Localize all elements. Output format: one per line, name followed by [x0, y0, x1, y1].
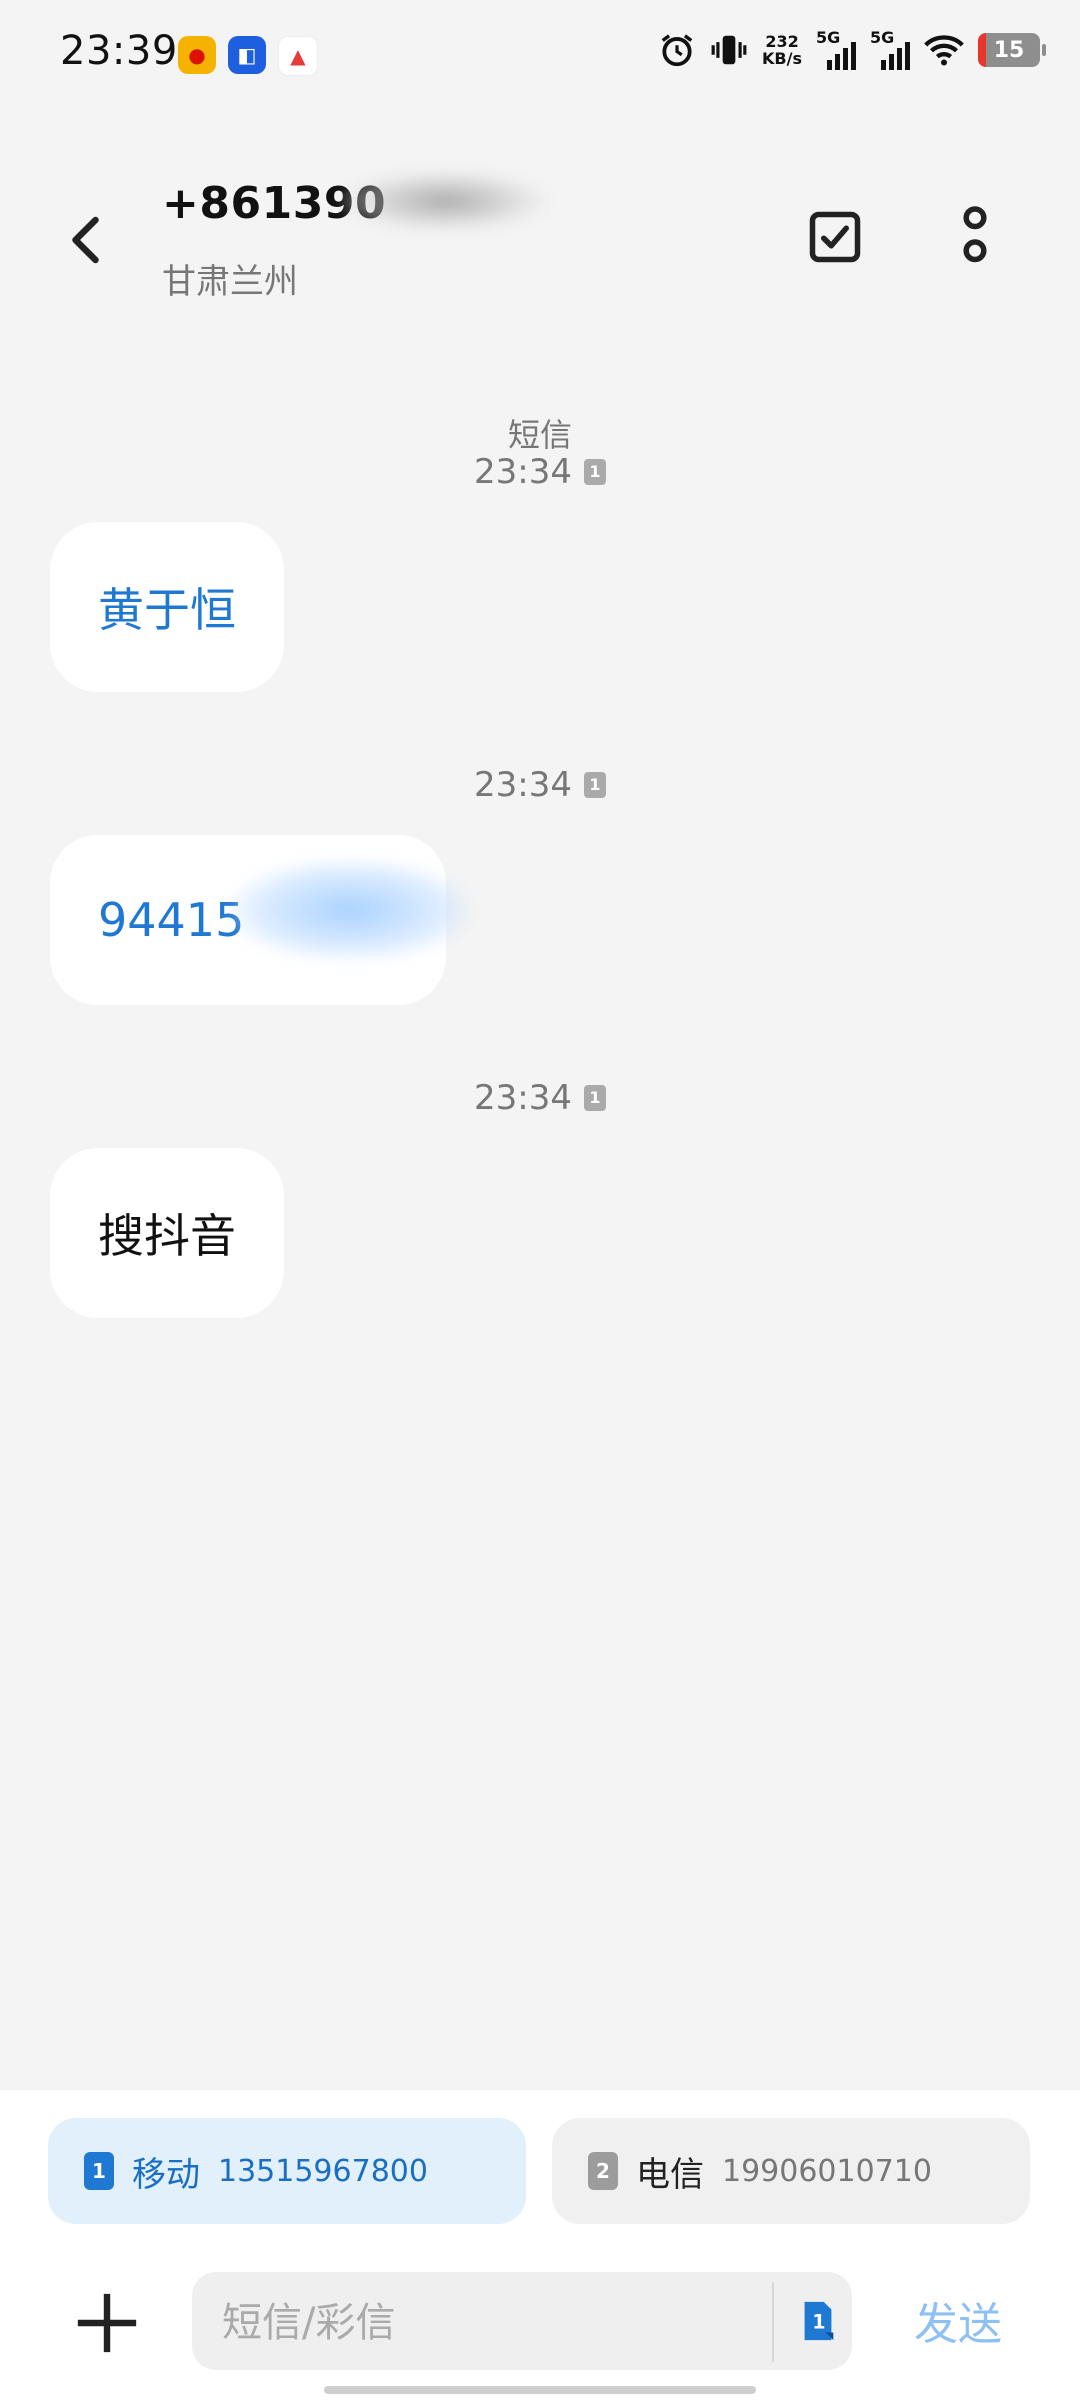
sim2-selector[interactable]: 2 电信 19906010710 [552, 2118, 1030, 2224]
channel-label: 短信 [507, 416, 572, 454]
sim-card-icon: 1 [84, 2152, 114, 2190]
composer-area: 1 移动 13515967800 2 电信 19906010710 1 发送 [0, 2090, 1080, 2400]
status-bar: 23:39 ● ◧ ▲ 232 KB/s 5G 5G 15 [0, 0, 1080, 110]
back-arrow-icon[interactable] [58, 210, 118, 270]
sim1-number: 13515967800 [218, 2153, 428, 2189]
red-app-icon: ▲ [278, 36, 318, 76]
weibo-app-icon: ● [178, 36, 216, 74]
notification-icons: ● ◧ ▲ [178, 36, 318, 76]
conversation-header: +861390 甘肃兰州 [0, 140, 1080, 320]
wifi-icon [924, 35, 964, 66]
contact-region: 甘肃兰州 [162, 262, 298, 302]
home-indicator[interactable] [324, 2386, 756, 2394]
sim1-carrier: 移动 [132, 2154, 200, 2195]
alarm-icon [661, 34, 693, 67]
more-vertical-icon [963, 206, 987, 263]
sim-badge-icon: 1 [583, 1085, 606, 1111]
sim-card-icon: 2 [588, 2152, 618, 2190]
message-timestamp: 23:34 1 [0, 765, 1080, 805]
signal-sim1-icon: 5G [816, 28, 856, 70]
status-time: 23:39 [60, 28, 178, 74]
sim1-selector[interactable]: 1 移动 13515967800 [48, 2118, 526, 2224]
sim-badge-icon: 1 [583, 772, 606, 798]
sim2-carrier: 电信 [636, 2154, 704, 2195]
input-divider [772, 2282, 774, 2362]
message-bubble[interactable]: 搜抖音 [50, 1148, 284, 1318]
plus-icon[interactable] [72, 2288, 142, 2358]
message-text: 搜抖音 [98, 1209, 236, 1263]
message-timestamp: 23:34 1 [0, 1078, 1080, 1118]
redaction-blur [340, 170, 550, 232]
message-input[interactable] [220, 2292, 744, 2354]
redaction-blur [230, 860, 470, 960]
send-button[interactable]: 发送 [914, 2288, 1002, 2352]
more-button[interactable] [940, 202, 1010, 272]
svg-text:1: 1 [812, 2311, 825, 2334]
status-right: 232 KB/s 5G 5G 15 [658, 28, 1046, 70]
checkbox-icon [809, 211, 861, 263]
network-speed: 232 KB/s [762, 32, 802, 68]
learning-app-icon: ◧ [228, 36, 266, 74]
battery-indicator: 15 [978, 33, 1046, 67]
message-input-box: 1 [192, 2272, 852, 2370]
message-bubble[interactable]: 黄于恒 [50, 522, 284, 692]
message-timestamp: 23:34 1 [0, 452, 1080, 492]
select-button[interactable] [800, 202, 870, 272]
signal-sim2-icon: 5G [870, 28, 910, 70]
sim2-number: 19906010710 [722, 2153, 932, 2189]
message-text: 94415 [98, 893, 245, 947]
message-text: 黄于恒 [98, 583, 236, 637]
sim-badge-icon: 1 [583, 459, 606, 485]
vibrate-icon [711, 35, 747, 65]
sim-switch-icon[interactable]: 1 [798, 2298, 838, 2344]
